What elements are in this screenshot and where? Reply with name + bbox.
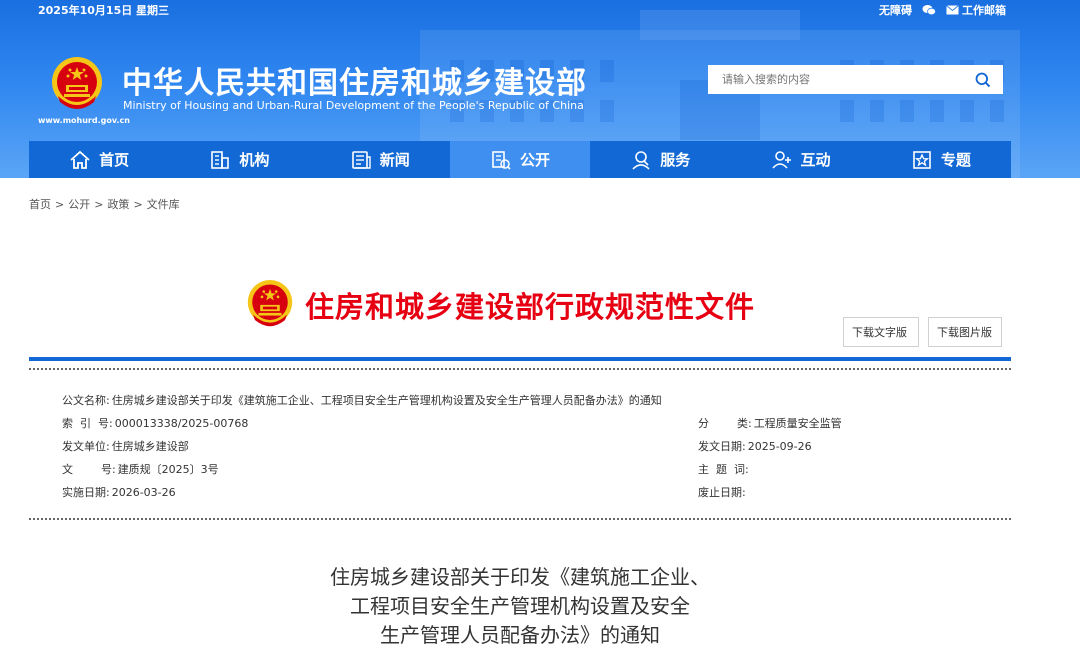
nav-label: 首页 — [99, 151, 130, 169]
meta-label: 废止日期: — [698, 486, 746, 499]
breadcrumb-separator: > — [55, 198, 65, 211]
nav-item-news[interactable]: 新闻 — [310, 141, 450, 178]
nav-label: 机构 — [239, 151, 270, 169]
meta-index: 索 引 号: 000013338/2025-00768 — [62, 415, 248, 431]
accessibility-link[interactable]: 无障碍 — [879, 2, 912, 18]
search-icon — [975, 72, 991, 87]
meta-issue-date: 发文日期: 2025-09-26 — [698, 438, 812, 454]
site-subtitle: Ministry of Housing and Urban-Rural Deve… — [123, 99, 584, 112]
wechat-icon[interactable] — [922, 4, 936, 16]
national-emblem-icon — [247, 280, 293, 327]
meta-doc-no: 文 号: 建质规〔2025〕3号 — [62, 461, 219, 477]
doc-banner-title: 住房和城乡建设部行政规范性文件 — [305, 290, 756, 324]
meta-doc-name: 公文名称: 住房城乡建设部关于印发《建筑施工企业、工程项目安全生产管理机构设置及安… — [62, 392, 662, 408]
meta-label: 发文单位: — [62, 440, 110, 453]
nav-label: 专题 — [940, 151, 971, 169]
meta-label: 公文名称: — [62, 394, 110, 407]
national-emblem-icon[interactable] — [50, 56, 104, 112]
dotted-divider — [29, 518, 1011, 520]
search-input[interactable] — [708, 65, 963, 94]
search-box — [708, 65, 1003, 94]
work-mail-link[interactable]: 工作邮箱 — [946, 2, 1006, 18]
meta-value: 2025-09-26 — [747, 440, 812, 453]
breadcrumb-policy[interactable]: 政策 — [107, 198, 129, 211]
meta-value: 住房城乡建设部关于印发《建筑施工企业、工程项目安全生产管理机构设置及安全生产管理… — [111, 394, 662, 407]
breadcrumb-separator: > — [133, 198, 143, 211]
meta-category: 分 类: 工程质量安全监管 — [698, 415, 842, 431]
meta-effective: 实施日期: 2026-03-26 — [62, 484, 176, 500]
meta-label: 发文日期: — [698, 440, 746, 453]
nav-label: 服务 — [660, 151, 691, 169]
meta-label: 实施日期: — [62, 486, 110, 499]
mail-icon — [946, 5, 959, 15]
current-date: 2025年10月15日 星期三 — [38, 4, 170, 17]
news-icon — [351, 150, 371, 169]
meta-value: 建质规〔2025〕3号 — [117, 463, 219, 476]
breadcrumb-separator: > — [94, 198, 104, 211]
home-icon — [70, 150, 90, 169]
nav-label: 新闻 — [379, 151, 410, 169]
meta-value: 000013338/2025-00768 — [114, 417, 249, 430]
topbar-links: 无障碍 工作邮箱 — [879, 2, 1006, 18]
nav-item-interact[interactable]: 互动 — [730, 141, 870, 178]
meta-issuer: 发文单位: 住房城乡建设部 — [62, 438, 189, 454]
meta-value: 2026-03-26 — [111, 486, 176, 499]
document-title-line: 工程项目安全生产管理机构设置及安全 — [350, 594, 690, 618]
nav-item-institutions[interactable]: 机构 — [169, 141, 309, 178]
document-title-line: 住房城乡建设部关于印发《建筑施工企业、 — [330, 565, 710, 589]
blue-divider — [29, 357, 1011, 361]
nav-item-home[interactable]: 首页 — [29, 141, 169, 178]
topic-icon — [913, 150, 931, 169]
meta-label: 文 号: — [62, 463, 116, 476]
site-title[interactable]: 中华人民共和国住房和城乡建设部 — [122, 58, 587, 102]
meta-label: 主 题 词: — [698, 463, 749, 476]
document-title-line: 生产管理人员配备办法》的通知 — [380, 623, 660, 647]
nav-label: 公开 — [519, 151, 550, 169]
meta-label: 分 类: — [698, 417, 752, 430]
document-title: 住房城乡建设部关于印发《建筑施工企业、 工程项目安全生产管理机构设置及安全 生产… — [260, 563, 780, 650]
meta-expiry: 废止日期: — [698, 484, 748, 500]
service-icon — [632, 150, 650, 170]
meta-label: 索 引 号: — [62, 417, 113, 430]
meta-value: 工程质量安全监管 — [753, 417, 842, 430]
nav-item-service[interactable]: 服务 — [590, 141, 730, 178]
site-url: www.mohurd.gov.cn — [38, 116, 130, 125]
meta-subject: 主 题 词: — [698, 461, 751, 477]
meta-value: 住房城乡建设部 — [111, 440, 189, 453]
main-nav: 首页 机构 新闻 公开 服务 互动 专题 — [29, 141, 1011, 178]
nav-item-public[interactable]: 公开 — [449, 141, 591, 178]
breadcrumb-public[interactable]: 公开 — [68, 198, 90, 211]
search-button[interactable] — [963, 65, 1003, 94]
breadcrumb: 首页 > 公开 > 政策 > 文件库 — [29, 196, 180, 212]
breadcrumb-library[interactable]: 文件库 — [147, 198, 180, 211]
nav-label: 互动 — [800, 151, 831, 169]
building-icon — [211, 150, 230, 169]
site-header: 2025年10月15日 星期三 无障碍 工作邮箱 www.mohurd.gov.… — [0, 0, 1080, 178]
nav-item-topic[interactable]: 专题 — [871, 141, 1011, 178]
interact-icon — [771, 150, 791, 169]
work-mail-label: 工作邮箱 — [962, 4, 1006, 17]
dotted-divider — [29, 368, 1011, 370]
download-image-button[interactable]: 下载图片版 — [928, 317, 1002, 347]
download-text-button[interactable]: 下载文字版 — [843, 317, 919, 347]
public-icon — [492, 150, 511, 170]
breadcrumb-home[interactable]: 首页 — [29, 198, 51, 211]
